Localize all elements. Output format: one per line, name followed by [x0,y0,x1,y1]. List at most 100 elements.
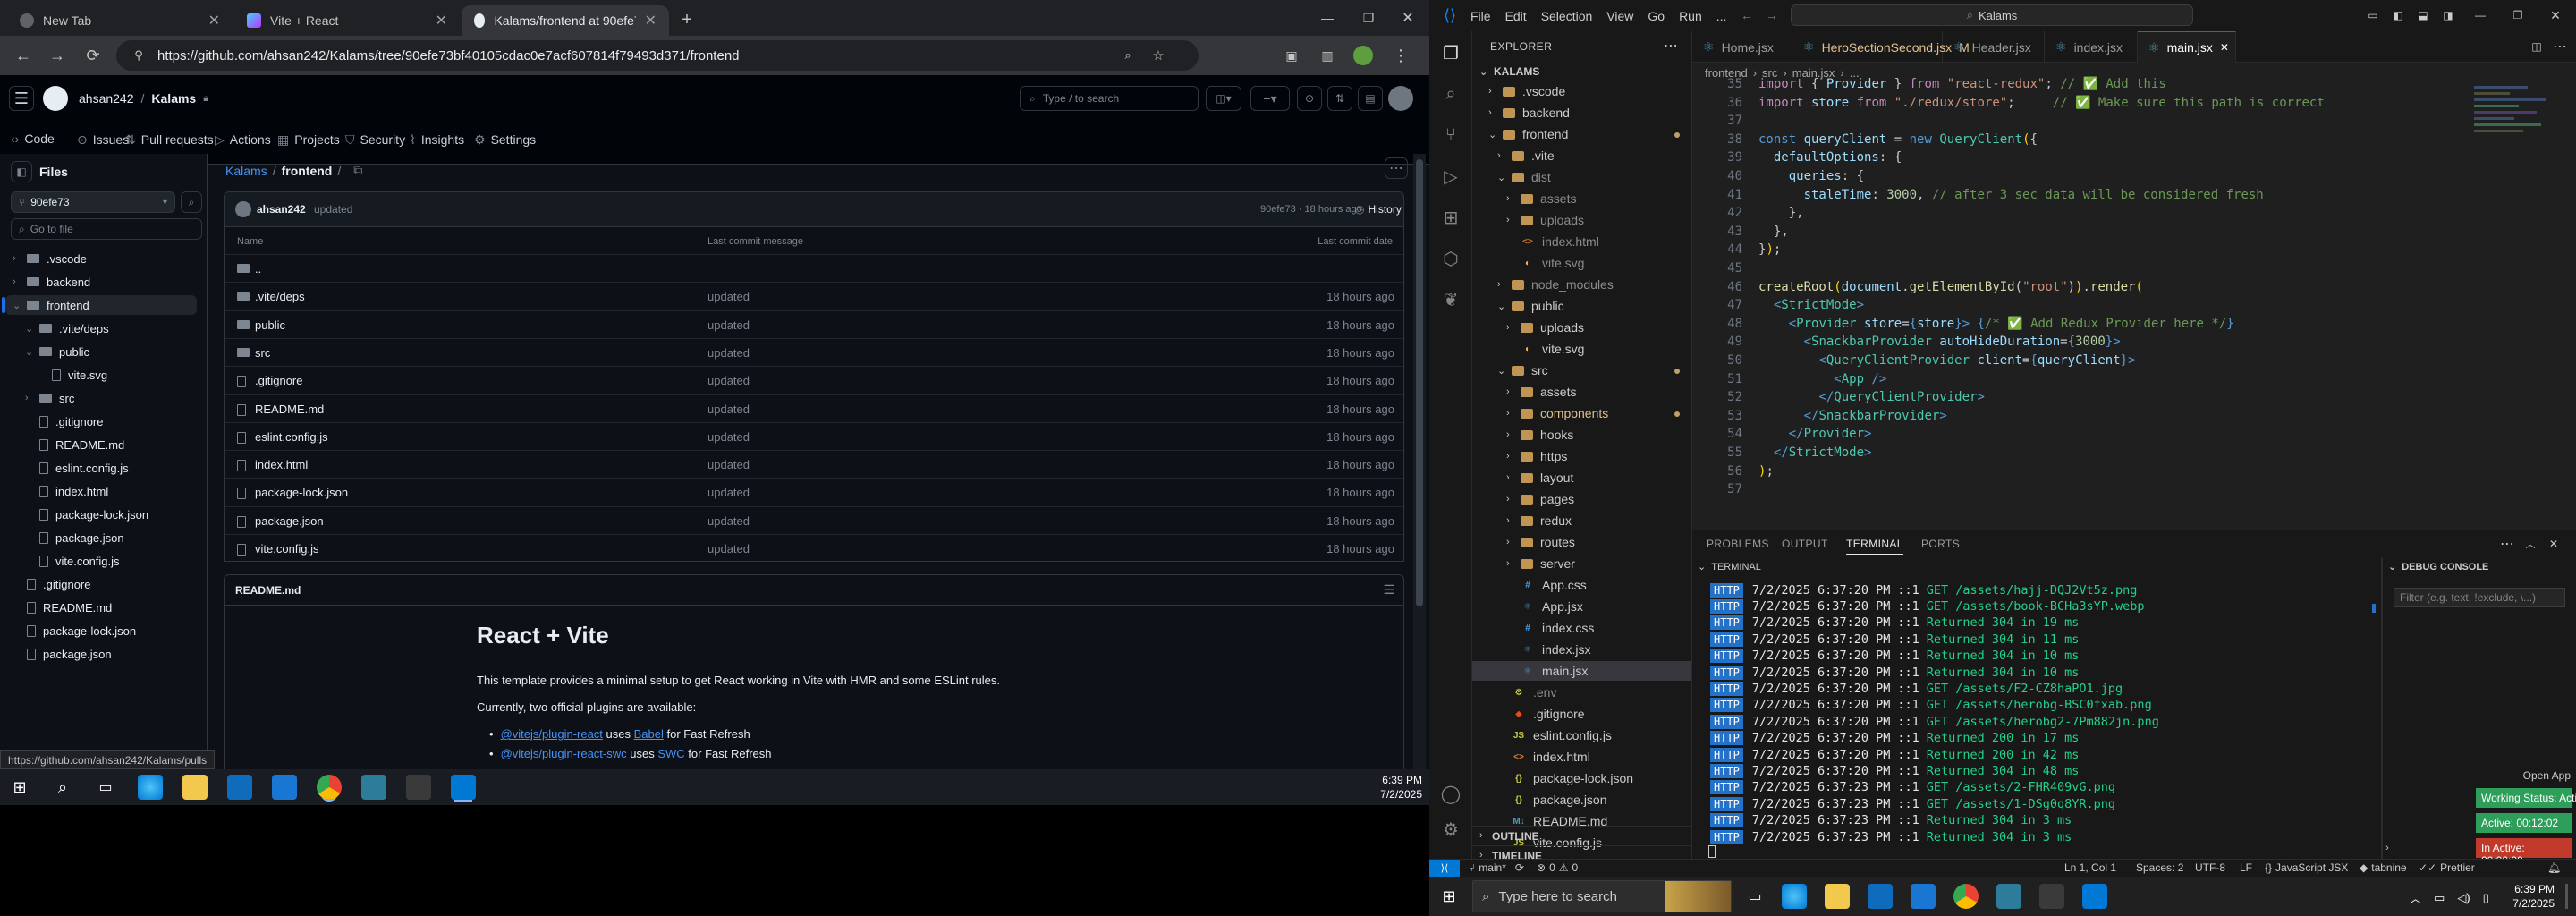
github-logo-icon[interactable] [43,86,68,111]
explorer-item[interactable]: ◐ vite.svg [1472,253,1691,273]
commit-message[interactable]: updated [314,203,352,216]
tree-item[interactable]: README.md [25,435,191,454]
tree-item[interactable]: ⌄ public [25,342,191,361]
notifications-bell-icon[interactable]: 🔔︎ [2547,861,2561,874]
hamburger-menu-icon[interactable]: ☰ [9,86,34,111]
indentation[interactable]: Spaces: 2 [2136,861,2183,874]
tree-item[interactable]: package-lock.json [13,621,191,640]
explorer-item[interactable]: # index.css [1472,618,1691,638]
run-debug-icon[interactable]: ▷ [1440,165,1462,187]
outline-list-icon[interactable]: ☰ [1383,582,1394,598]
file-name[interactable]: public [255,318,285,332]
mail-icon[interactable] [1911,884,1936,909]
chevron-up-icon[interactable]: ︿ [2522,536,2538,552]
plugin-link[interactable]: @vitejs/plugin-react [501,727,603,741]
tab-code[interactable]: ‹› Code [11,122,55,157]
explorer-item[interactable]: {} package.json [1472,790,1691,810]
file-name[interactable]: src [255,346,270,360]
more-actions-icon[interactable]: ⋯ [1664,37,1678,55]
search-icon[interactable]: ⌕ [181,191,202,213]
github-search-input[interactable]: ⌕ Type / to search [1020,86,1199,111]
explorer-item[interactable]: › backend [1472,103,1691,123]
table-row[interactable]: public updated 18 hours ago [225,310,1405,338]
copy-path-icon[interactable]: ⧉ [353,163,362,178]
editor-tab[interactable]: ⚛ main.jsx ✕ [2138,31,2236,63]
toggle-sidebar-icon[interactable]: ◧ [2388,5,2408,25]
new-tab-plus-icon[interactable]: + [676,9,698,30]
history-button[interactable]: ◷ History [1355,203,1402,216]
table-row[interactable]: .gitignore updated 18 hours ago [225,366,1405,394]
tab-projects[interactable]: ▦ Projects [277,122,340,157]
close-panel-icon[interactable]: ✕ [2546,536,2562,552]
tabnine-status[interactable]: ◆ tabnine [2360,861,2407,874]
explorer-item[interactable]: ⚛ App.jsx [1472,597,1691,616]
timeline-section[interactable]: › TIMELINE [1472,845,1691,859]
split-editor-icon[interactable]: ◫ [2528,38,2546,55]
copilot-icon[interactable]: ◫▾ [1206,86,1241,111]
manage-gear-icon[interactable]: ⚙ [1440,818,1462,840]
language-mode[interactable]: {} JavaScript JSX [2265,861,2348,874]
explorer-item[interactable]: # App.css [1472,575,1691,595]
file-name[interactable]: vite.config.js [255,542,319,556]
split-icon[interactable]: ▥ [1313,41,1342,70]
editor-tab[interactable]: ⚛ Header.jsx [1943,31,2045,63]
file-name[interactable]: index.html [255,458,308,471]
clock[interactable]: 6:39 PM 7/2/2025 [2501,882,2555,911]
file-explorer-icon[interactable] [1825,884,1850,909]
close-window-icon[interactable]: ✕ [2546,5,2565,25]
task-view-icon[interactable]: ▭ [95,776,116,798]
issues-icon[interactable]: ⊙ [1297,86,1322,111]
toggle-panel-icon[interactable]: ⬓ [2413,5,2433,25]
page-scrollbar[interactable] [1413,154,1426,769]
workspace-root[interactable]: ⌄ KALAMS [1479,62,1539,81]
repo-link[interactable]: Kalams [225,164,267,178]
menu-item[interactable]: Go [1648,9,1665,23]
explorer-item[interactable]: › redux [1472,511,1691,530]
explorer-item[interactable]: › .vite [1472,146,1691,165]
commit-message[interactable]: updated [708,403,750,416]
commit-message[interactable]: updated [708,542,750,556]
tree-item[interactable]: README.md [13,598,191,617]
pull-requests-icon[interactable]: ⇅ [1327,86,1352,111]
commit-message[interactable]: updated [708,486,750,499]
commit-message[interactable]: updated [708,514,750,528]
reload-icon[interactable]: ⟳ [79,41,107,70]
tab-actions[interactable]: ▷ Actions [215,122,271,157]
explorer-item[interactable]: › assets [1472,189,1691,208]
file-name[interactable]: .vite/deps [255,290,305,303]
table-row[interactable]: .. [225,254,1405,282]
edge-icon[interactable] [138,775,163,800]
vscode-icon[interactable] [451,775,476,800]
minimize-icon[interactable]: — [1315,5,1340,30]
close-tab-icon[interactable]: ✕ [645,12,657,30]
explorer-item[interactable]: <> index.html [1472,232,1691,251]
problems-status[interactable]: ⊗ 0 ⚠ 0 [1537,861,1578,874]
explorer-item[interactable]: › hooks [1472,425,1691,445]
search-icon[interactable]: ⌕ [1440,83,1462,105]
windows-start-icon[interactable]: ⊞ [1438,886,1460,907]
commit-meta[interactable]: 90efe73 · 18 hours ago [1260,204,1362,215]
open-app-button[interactable]: Open App [2490,769,2571,782]
commit-message[interactable]: updated [708,290,750,303]
table-row[interactable]: src updated 18 hours ago [225,337,1405,366]
editor-tab[interactable]: ⚛ Home.jsx [1692,31,1792,63]
branch-selector[interactable]: ⑂ 90efe73 ▾ [11,191,175,213]
edge-icon[interactable] [1782,884,1807,909]
network-icon[interactable]: ▭ [2434,891,2445,905]
tab-ports[interactable]: PORTS [1921,538,1960,550]
tree-item[interactable]: › src [25,388,191,408]
explorer-item[interactable]: › components [1472,403,1691,423]
file-explorer-icon[interactable] [182,775,208,800]
working-status-badge[interactable]: Working Status: Active [2476,788,2576,808]
table-row[interactable]: vite.config.js updated 18 hours ago [225,534,1405,562]
tab-output[interactable]: OUTPUT [1782,538,1828,550]
table-row[interactable]: package.json updated 18 hours ago [225,505,1405,534]
tab-terminal[interactable]: TERMINAL [1846,538,1903,555]
commit-message[interactable]: updated [708,318,750,332]
more-actions-icon[interactable]: ⋯ [2499,536,2515,552]
site-info-icon[interactable]: ⚲ [131,47,147,64]
menu-item[interactable]: View [1606,9,1633,23]
tab-new-tab[interactable]: New Tab ✕ [7,5,233,36]
layout-icon[interactable]: ▭ [2363,5,2383,25]
file-name[interactable]: package-lock.json [255,486,348,499]
